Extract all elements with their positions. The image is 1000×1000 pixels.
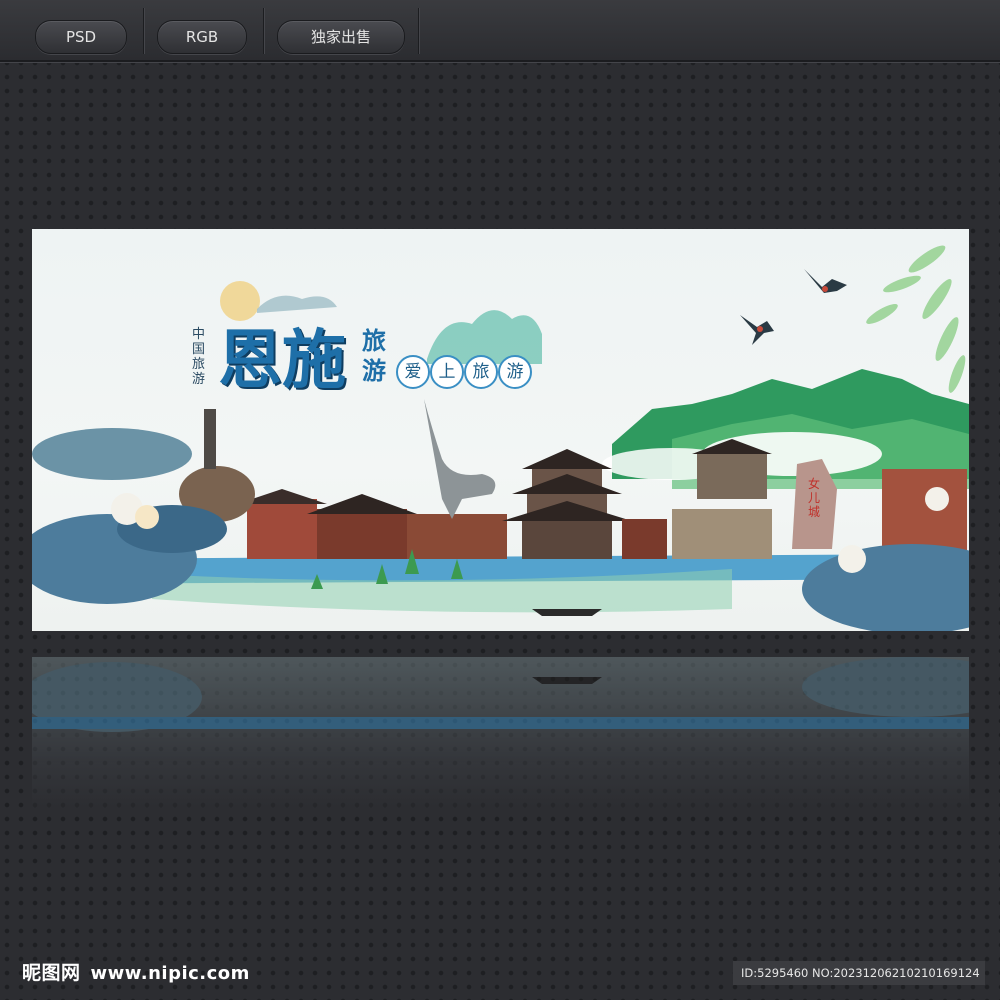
toolbar-divider [418,8,419,54]
fishing-boat [532,609,602,616]
swallow-birds-illustration [740,269,847,345]
toolbar-divider [263,8,264,54]
crane-sculpture [424,399,496,519]
watermark-brand: 昵图网 www.nipic.com [22,958,250,985]
brand-logo-text: 昵图网 [22,962,81,984]
china-tourism-badge: 中国旅游 [192,327,206,387]
site-url: www.nipic.com [90,963,250,984]
banner-reflection [32,657,969,807]
toolbar-divider [143,8,144,54]
banner-artwork [32,245,969,631]
rock-inscription: 女儿城 [808,477,821,519]
image-id-label: ID:5295460 NO:20231206210210169124 [733,961,985,985]
rgb-tab[interactable]: RGB [157,20,247,54]
page-title: 恩施 [218,323,346,398]
slogan-char: 上 [430,355,464,389]
slogan-char: 游 [498,355,532,389]
slogan-char: 爱 [396,355,430,389]
banner-preview: 中国旅游 恩施 旅 游 爱 上 旅 游 女儿城 [32,229,969,631]
top-toolbar: PSD RGB 独家出售 [0,0,1000,62]
psd-tab[interactable]: PSD [35,20,127,54]
willow-leaves-illustration [866,245,966,393]
slogan-char: 旅 [464,355,498,389]
exclusive-sale-tab[interactable]: 独家出售 [277,20,405,54]
title-side-bottom: 游 [362,356,386,385]
